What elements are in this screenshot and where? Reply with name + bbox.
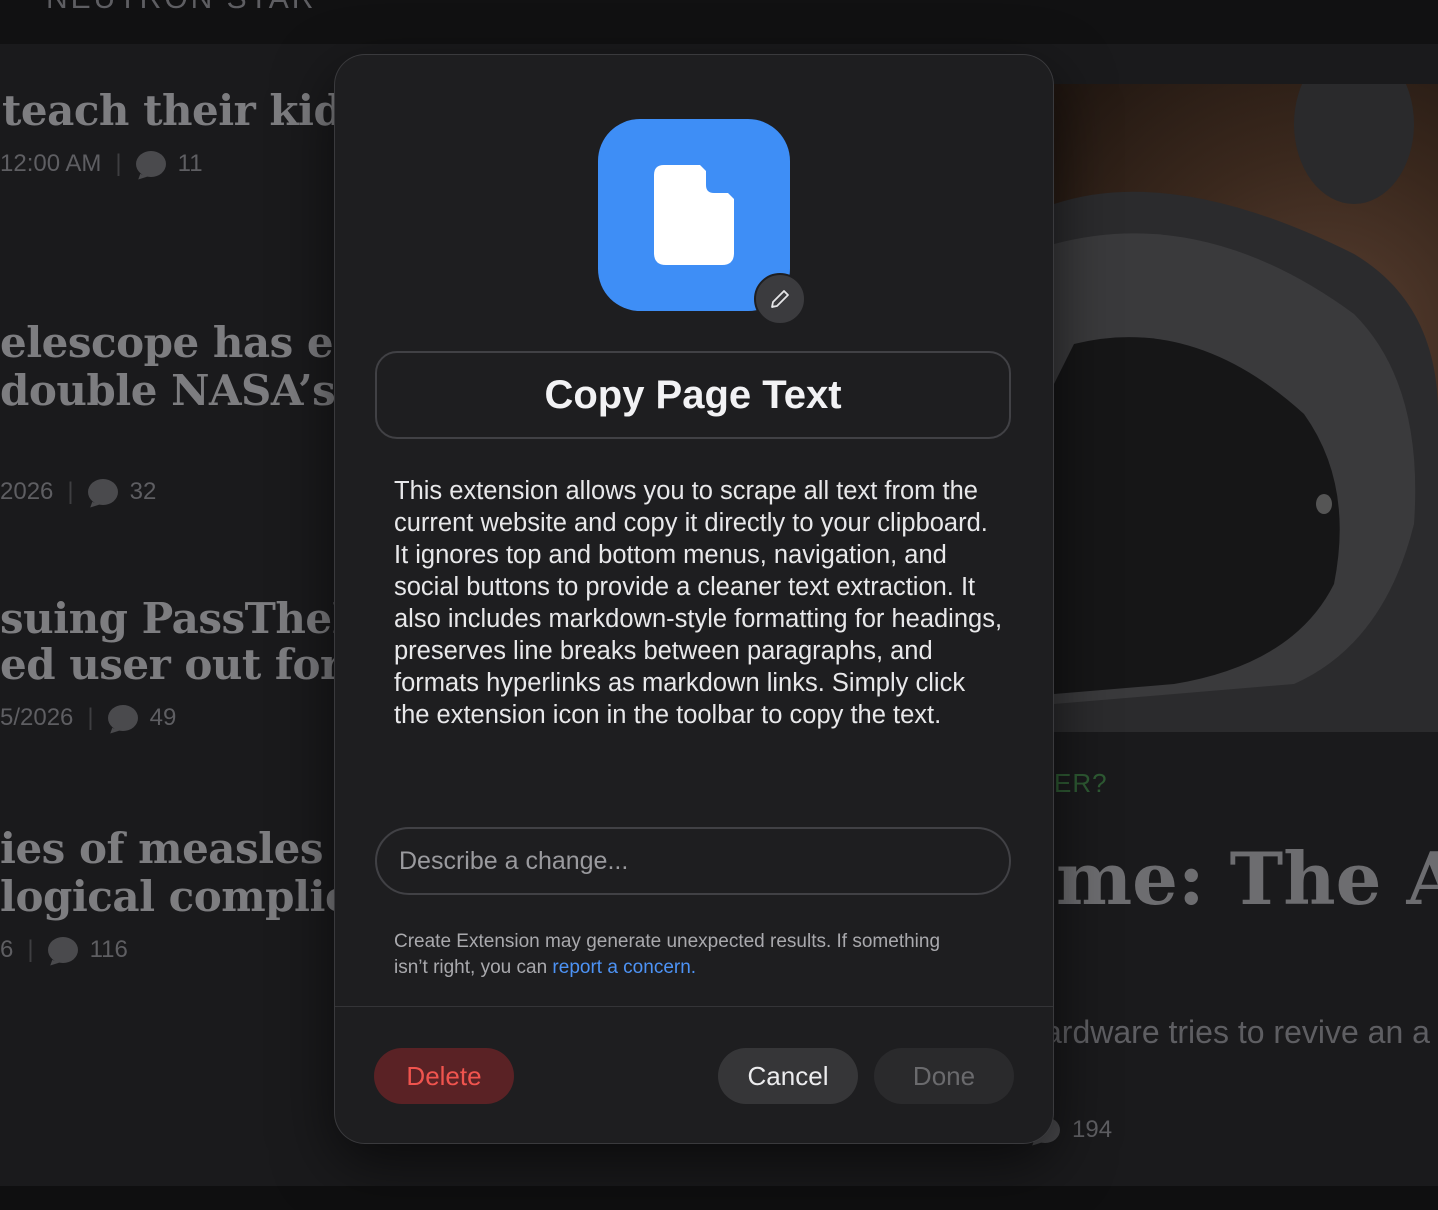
article-4-title-line1[interactable]: ies of measles in xyxy=(0,824,383,873)
background-feature-subtitle: ardware tries to revive an a xyxy=(1044,1014,1430,1050)
article-4-title-line2[interactable]: logical complica xyxy=(0,872,377,921)
feature-comments[interactable]: 194 xyxy=(1072,1116,1112,1144)
pencil-icon xyxy=(771,290,789,308)
comment-bubble-icon xyxy=(47,937,78,963)
article-3-meta: 5/2026 | 49 xyxy=(0,704,177,732)
document-icon xyxy=(654,165,734,265)
edit-icon-button[interactable] xyxy=(754,273,806,325)
article-2-title-line2[interactable]: double NASA’s xyxy=(0,366,336,415)
cancel-button[interactable]: Cancel xyxy=(718,1048,858,1104)
background-footer xyxy=(0,1186,1438,1210)
article-1-time: 12:00 AM xyxy=(0,150,102,177)
article-3-comments[interactable]: 49 xyxy=(150,704,177,732)
article-4-time: 6 xyxy=(0,936,14,963)
screen: NEUTRON STAR teach their kids 12:00 AM |… xyxy=(0,0,1438,1210)
report-concern-link[interactable]: report a concern. xyxy=(552,957,696,978)
footer-divider xyxy=(335,1006,1053,1007)
article-4-comments[interactable]: 116 xyxy=(90,936,128,964)
background-kicker: ER? xyxy=(1054,768,1108,798)
article-1-comments[interactable]: 11 xyxy=(178,150,203,178)
article-2-comments[interactable]: 32 xyxy=(130,478,157,506)
background-topbar-label: NEUTRON STAR xyxy=(46,0,316,16)
article-4-meta: 6 | 116 xyxy=(0,936,128,964)
article-2-meta: 2026 | 32 xyxy=(0,478,157,506)
vr-headset-photo xyxy=(1054,84,1438,732)
comment-bubble-icon xyxy=(107,705,138,731)
article-2-title-line1[interactable]: elescope has enc xyxy=(0,318,389,367)
background-feature-headline[interactable]: me: The Ars xyxy=(1056,836,1438,921)
delete-button[interactable]: Delete xyxy=(374,1048,514,1104)
article-2-time: 2026 xyxy=(0,478,54,505)
edit-extension-dialog: Copy Page Text This extension allows you… xyxy=(335,55,1053,1143)
extension-name-field[interactable]: Copy Page Text xyxy=(375,351,1011,439)
background-header: NEUTRON STAR xyxy=(0,0,1438,44)
article-3-title-line1[interactable]: suing PassTheP xyxy=(0,594,363,643)
article-1-title[interactable]: teach their kids xyxy=(2,86,366,135)
article-3-time: 5/2026 xyxy=(0,704,74,731)
describe-change-input[interactable] xyxy=(375,827,1011,895)
article-1-meta: 12:00 AM | 11 xyxy=(0,150,203,178)
done-button[interactable]: Done xyxy=(874,1048,1014,1104)
comment-bubble-icon xyxy=(135,151,166,177)
disclaimer: Create Extension may generate unexpected… xyxy=(394,929,954,981)
comment-bubble-icon xyxy=(87,479,118,505)
extension-description: This extension allows you to scrape all … xyxy=(394,477,1003,729)
article-photo[interactable] xyxy=(1054,84,1438,732)
